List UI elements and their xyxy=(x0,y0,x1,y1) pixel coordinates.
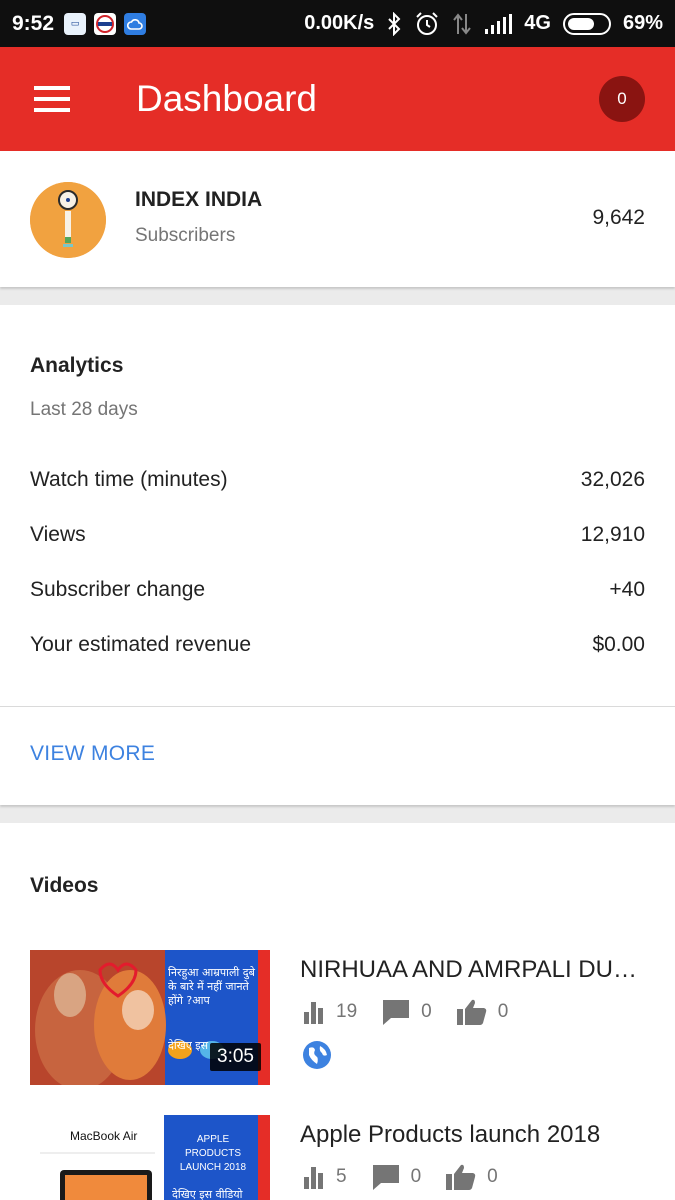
metric-row-watch-time: Watch time (minutes) 32,026 xyxy=(30,468,645,498)
cloud-icon xyxy=(124,12,147,35)
view-more-link[interactable]: VIEW MORE xyxy=(30,742,155,766)
bar-chart-icon xyxy=(304,1002,323,1024)
thumbs-up-icon xyxy=(456,999,486,1025)
thumbnail-caption: APPLE PRODUCTS LAUNCH 2018 xyxy=(179,1134,247,1173)
views-stat: 19 xyxy=(302,1000,357,1024)
thumbnail-caption-2: देखिए इस वीडियो xyxy=(172,1188,243,1200)
comments-stat: 0 xyxy=(381,998,432,1026)
comments-count: 0 xyxy=(421,1001,432,1022)
battery-icon xyxy=(562,12,611,35)
metric-row-views: Views 12,910 xyxy=(30,523,645,553)
video-item[interactable]: MacBook Air APPLE PRODUCTS LAUNCH 2018 द… xyxy=(0,1115,675,1200)
thumbnail-product: MacBook Air xyxy=(70,1129,138,1143)
videos-card: Videos निरहुआ आम्रपाली दुबे के बारे में … xyxy=(0,823,675,1200)
status-time: 9:52 xyxy=(12,11,55,35)
thumbnail-caption: निरहुआ आम्रपाली दुबे के बारे में नहीं जा… xyxy=(168,966,255,1007)
hamburger-icon xyxy=(34,86,70,112)
thumbnail-caption-2: देखिए इस xyxy=(168,1039,209,1052)
metric-label: Subscriber change xyxy=(30,578,206,601)
analytics-title: Analytics xyxy=(30,354,124,377)
metric-row-revenue: Your estimated revenue $0.00 xyxy=(30,633,645,663)
videos-title: Videos xyxy=(30,874,99,897)
metric-label: Views xyxy=(30,523,86,546)
video-title[interactable]: NIRHUAA AND AMRPALI DUBEY xyxy=(300,956,645,984)
metric-value: $0.00 xyxy=(592,633,645,656)
divider xyxy=(0,706,675,707)
metric-label: Your estimated revenue xyxy=(30,633,252,656)
app-bar: Dashboard 0 xyxy=(0,47,675,151)
bar-chart-icon xyxy=(304,1167,323,1189)
metric-row-subscriber-change: Subscriber change +40 xyxy=(30,578,645,608)
notification-badge[interactable]: 0 xyxy=(599,76,645,122)
signal-icon xyxy=(484,13,513,35)
data-transfer-icon xyxy=(452,12,472,36)
metric-value: 12,910 xyxy=(580,523,645,546)
network-speed: 0.00K/s xyxy=(304,12,375,34)
alarm-icon xyxy=(414,11,440,37)
channel-card[interactable] xyxy=(0,151,675,287)
metric-value: +40 xyxy=(609,578,645,601)
metric-label: Watch time (minutes) xyxy=(30,468,228,491)
video-duration: 3:05 xyxy=(210,1043,261,1071)
likes-stat: 0 xyxy=(445,1163,498,1191)
analytics-period: Last 28 days xyxy=(30,399,138,420)
comment-icon xyxy=(372,1165,399,1190)
views-count: 19 xyxy=(336,1001,358,1022)
globe-icon xyxy=(303,1041,331,1069)
video-stats: 5 0 0 xyxy=(302,1163,522,1191)
bluetooth-icon xyxy=(386,11,402,36)
channel-name: INDEX INDIA xyxy=(135,188,263,211)
video-title[interactable]: Apple Products launch 2018 xyxy=(300,1121,645,1149)
video-stats: 19 0 0 xyxy=(302,998,532,1026)
channel-subtitle: Subscribers xyxy=(135,225,236,246)
likes-count: 0 xyxy=(487,1166,498,1187)
likes-stat: 0 xyxy=(456,998,509,1026)
network-type: 4G xyxy=(524,12,551,34)
comments-count: 0 xyxy=(410,1166,422,1187)
subscriber-count: 9,642 xyxy=(592,206,645,229)
likes-count: 0 xyxy=(497,1001,509,1022)
comments-stat: 0 xyxy=(371,1163,422,1191)
analytics-card: Analytics Last 28 days Watch time (minut… xyxy=(0,305,675,805)
video-thumbnail[interactable]: MacBook Air APPLE PRODUCTS LAUNCH 2018 द… xyxy=(30,1115,270,1200)
metric-value: 32,026 xyxy=(580,468,645,491)
comment-icon xyxy=(383,1000,410,1025)
battery-percent: 69% xyxy=(622,12,663,34)
ixigo-icon xyxy=(94,12,117,35)
channel-avatar xyxy=(30,182,106,258)
video-item[interactable]: निरहुआ आम्रपाली दुबे के बारे में नहीं जा… xyxy=(0,950,675,1090)
video-thumbnail[interactable]: निरहुआ आम्रपाली दुबे के बारे में नहीं जा… xyxy=(30,950,270,1085)
menu-button[interactable] xyxy=(0,47,104,151)
views-count: 5 xyxy=(336,1166,347,1187)
page-title: Dashboard xyxy=(136,78,318,119)
status-bar: 9:52 ▭ 0.00K/s 4G 69% xyxy=(0,0,675,47)
thumbs-up-icon xyxy=(446,1164,476,1190)
paytm-icon: ▭ xyxy=(64,12,87,35)
views-stat: 5 xyxy=(302,1165,347,1189)
